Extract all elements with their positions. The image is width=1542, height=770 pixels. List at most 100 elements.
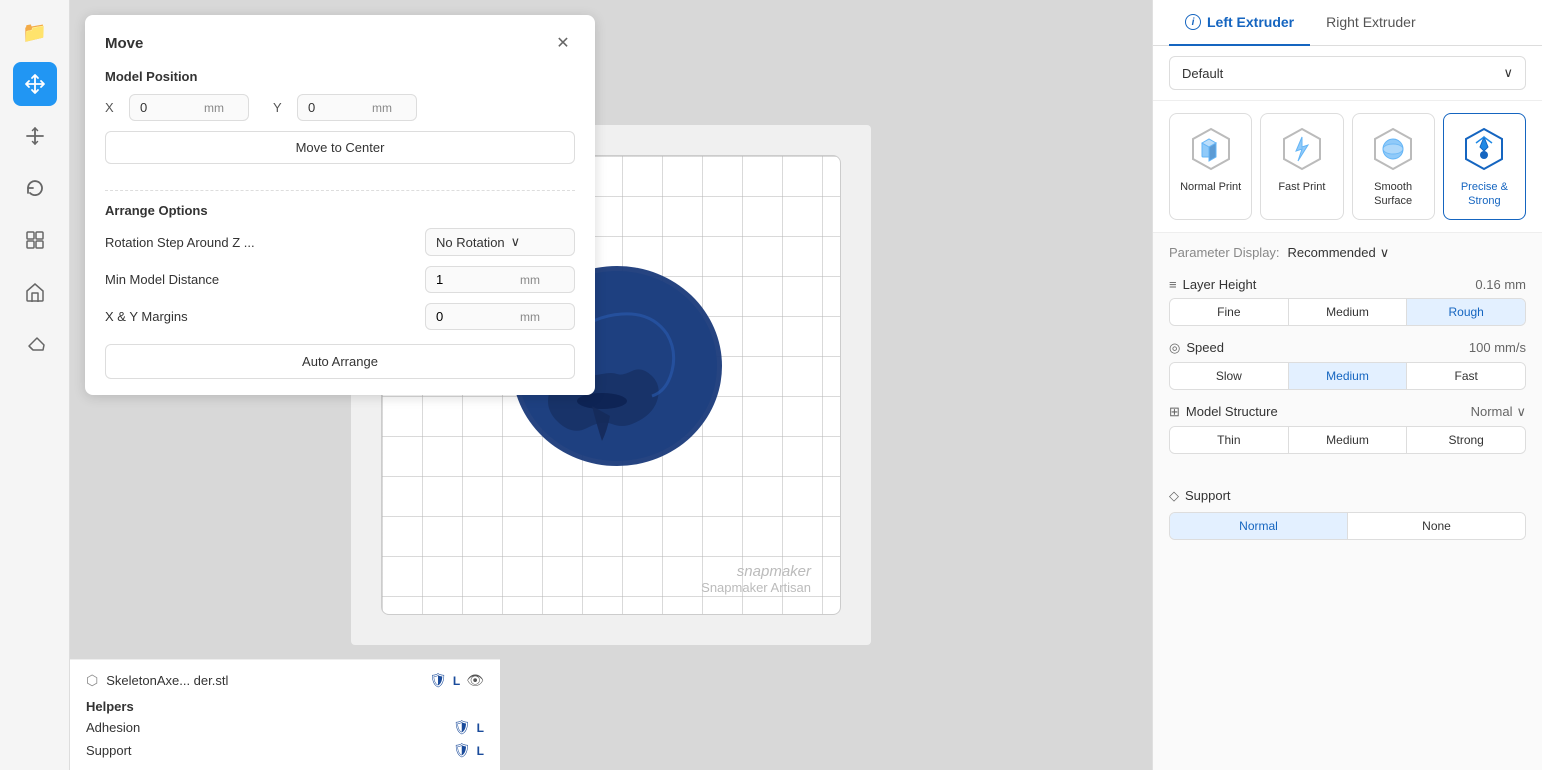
support-diamond-icon: ◇ [1169, 488, 1179, 504]
model-structure-header: ⊞ Model Structure Normal ∨ [1169, 404, 1526, 420]
model-structure-label: Model Structure [1186, 404, 1278, 419]
model-structure-medium-btn[interactable]: Medium [1289, 427, 1408, 453]
info-icon: i [1185, 14, 1201, 30]
layer-height-label: Layer Height [1183, 277, 1257, 292]
sidebar-icon-eraser[interactable] [13, 322, 57, 366]
file-row: ⬡ SkeletonAxe... der.stl 🛡 L 👁 [86, 668, 484, 693]
precise-strong-label: Precise & Strong [1450, 180, 1519, 209]
sidebar-icon-home[interactable] [13, 270, 57, 314]
param-display-text: Recommended [1288, 245, 1376, 260]
watermark-brand: snapmaker [701, 563, 811, 580]
layer-height-buttons: Fine Medium Rough [1169, 298, 1526, 326]
model-position-label: Model Position [105, 69, 575, 84]
sidebar-icon-layers[interactable] [13, 218, 57, 262]
rotation-select[interactable]: No Rotation ∨ [425, 228, 575, 256]
adhesion-controls: 🛡 L [453, 719, 484, 736]
support-row: Support 🛡 L [86, 739, 484, 762]
file-actions: 🛡 L 👁 [429, 672, 484, 689]
speed-medium-btn[interactable]: Medium [1289, 363, 1408, 389]
params-section: Parameter Display: Recommended ∨ ≡ Layer… [1153, 233, 1542, 480]
param-display-chevron: ∨ [1380, 245, 1390, 261]
speed-name: ◎ Speed [1169, 340, 1224, 356]
support-buttons: Normal None [1169, 512, 1526, 540]
move-to-center-button[interactable]: Move to Center [105, 131, 575, 164]
normal-print-icon [1189, 124, 1233, 174]
rotation-value: No Rotation [436, 235, 505, 250]
position-inputs: X mm Y mm [105, 94, 575, 121]
sidebar-icon-move[interactable] [13, 62, 57, 106]
speed-buttons: Slow Medium Fast [1169, 362, 1526, 390]
close-button[interactable]: ✕ [551, 31, 575, 55]
extruder-label: L [453, 674, 460, 688]
x-input-field[interactable]: mm [129, 94, 249, 121]
xy-margins-input[interactable] [436, 309, 516, 324]
model-structure-thin-btn[interactable]: Thin [1170, 427, 1289, 453]
layer-height-header: ≡ Layer Height 0.16 mm [1169, 277, 1526, 292]
shield-icon: 🛡 [429, 672, 447, 689]
param-display-row: Parameter Display: Recommended ∨ [1169, 245, 1526, 261]
support-normal-btn[interactable]: Normal [1170, 513, 1348, 539]
layer-height-rough-btn[interactable]: Rough [1407, 299, 1525, 325]
param-display-value[interactable]: Recommended ∨ [1288, 245, 1390, 261]
right-extruder-tab[interactable]: Right Extruder [1310, 0, 1431, 46]
min-distance-field[interactable]: mm [425, 266, 575, 293]
model-structure-icon: ⊞ [1169, 404, 1180, 420]
smooth-surface-icon [1371, 124, 1415, 174]
auto-arrange-button[interactable]: Auto Arrange [105, 344, 575, 379]
model-structure-name: ⊞ Model Structure [1169, 404, 1278, 420]
move-panel: Move ✕ Model Position X mm Y mm Move to … [85, 15, 595, 395]
model-structure-value[interactable]: Normal ∨ [1471, 404, 1526, 420]
model-structure-buttons: Thin Medium Strong [1169, 426, 1526, 454]
speed-param: ◎ Speed 100 mm/s Slow Medium Fast [1169, 340, 1526, 390]
y-input-field[interactable]: mm [297, 94, 417, 121]
helpers-title: Helpers [86, 693, 484, 716]
precise-strong-card[interactable]: Precise & Strong [1443, 113, 1526, 220]
support-label: Support [86, 743, 132, 758]
normal-print-card[interactable]: Normal Print [1169, 113, 1252, 220]
canvas-watermark: snapmaker Snapmaker Artisan [701, 563, 811, 595]
min-distance-label: Min Model Distance [105, 272, 425, 287]
speed-slow-btn[interactable]: Slow [1170, 363, 1289, 389]
y-unit: mm [372, 101, 392, 115]
y-label: Y [273, 100, 285, 115]
profile-row: Default ∨ [1153, 46, 1542, 101]
smooth-surface-label: Smooth Surface [1359, 180, 1428, 209]
extruder-tabs: i Left Extruder Right Extruder [1153, 0, 1542, 46]
sidebar-icon-rotate[interactable] [13, 166, 57, 210]
fast-print-icon [1280, 124, 1324, 174]
fast-print-label: Fast Print [1278, 180, 1325, 194]
adhesion-extruder: L [477, 721, 484, 735]
layer-height-value: 0.16 mm [1475, 277, 1526, 292]
layer-height-fine-btn[interactable]: Fine [1170, 299, 1289, 325]
model-structure-text: Normal [1471, 404, 1513, 419]
left-extruder-tab[interactable]: i Left Extruder [1169, 0, 1310, 46]
min-distance-input[interactable] [436, 272, 516, 287]
sidebar-icon-scale[interactable] [13, 114, 57, 158]
panel-title: Move [105, 35, 143, 52]
support-shield-icon: 🛡 [453, 742, 471, 759]
fast-print-card[interactable]: Fast Print [1260, 113, 1343, 220]
xy-margins-field[interactable]: mm [425, 303, 575, 330]
right-panel: i Left Extruder Right Extruder Default ∨ [1152, 0, 1542, 770]
xy-margins-unit: mm [520, 310, 540, 324]
rotation-row: Rotation Step Around Z ... No Rotation ∨ [105, 228, 575, 256]
x-input[interactable] [140, 100, 200, 115]
rotation-chevron: ∨ [511, 234, 521, 250]
param-display-label: Parameter Display: [1169, 245, 1280, 260]
sidebar-icon-folder[interactable]: 📁 [13, 10, 57, 54]
right-extruder-label: Right Extruder [1326, 14, 1415, 30]
sidebar: 📁 [0, 0, 70, 770]
smooth-surface-card[interactable]: Smooth Surface [1352, 113, 1435, 220]
speed-fast-btn[interactable]: Fast [1407, 363, 1525, 389]
watermark-model: Snapmaker Artisan [701, 580, 811, 595]
support-none-btn[interactable]: None [1348, 513, 1525, 539]
adhesion-shield-icon: 🛡 [453, 719, 471, 736]
eye-icon[interactable]: 👁 [466, 672, 484, 689]
y-input[interactable] [308, 100, 368, 115]
layer-height-medium-btn[interactable]: Medium [1289, 299, 1408, 325]
model-structure-strong-btn[interactable]: Strong [1407, 427, 1525, 453]
speed-value: 100 mm/s [1469, 340, 1526, 355]
profile-select[interactable]: Default ∨ [1169, 56, 1526, 90]
support-section: ◇ Support Normal None [1153, 480, 1542, 552]
support-extruder: L [477, 744, 484, 758]
